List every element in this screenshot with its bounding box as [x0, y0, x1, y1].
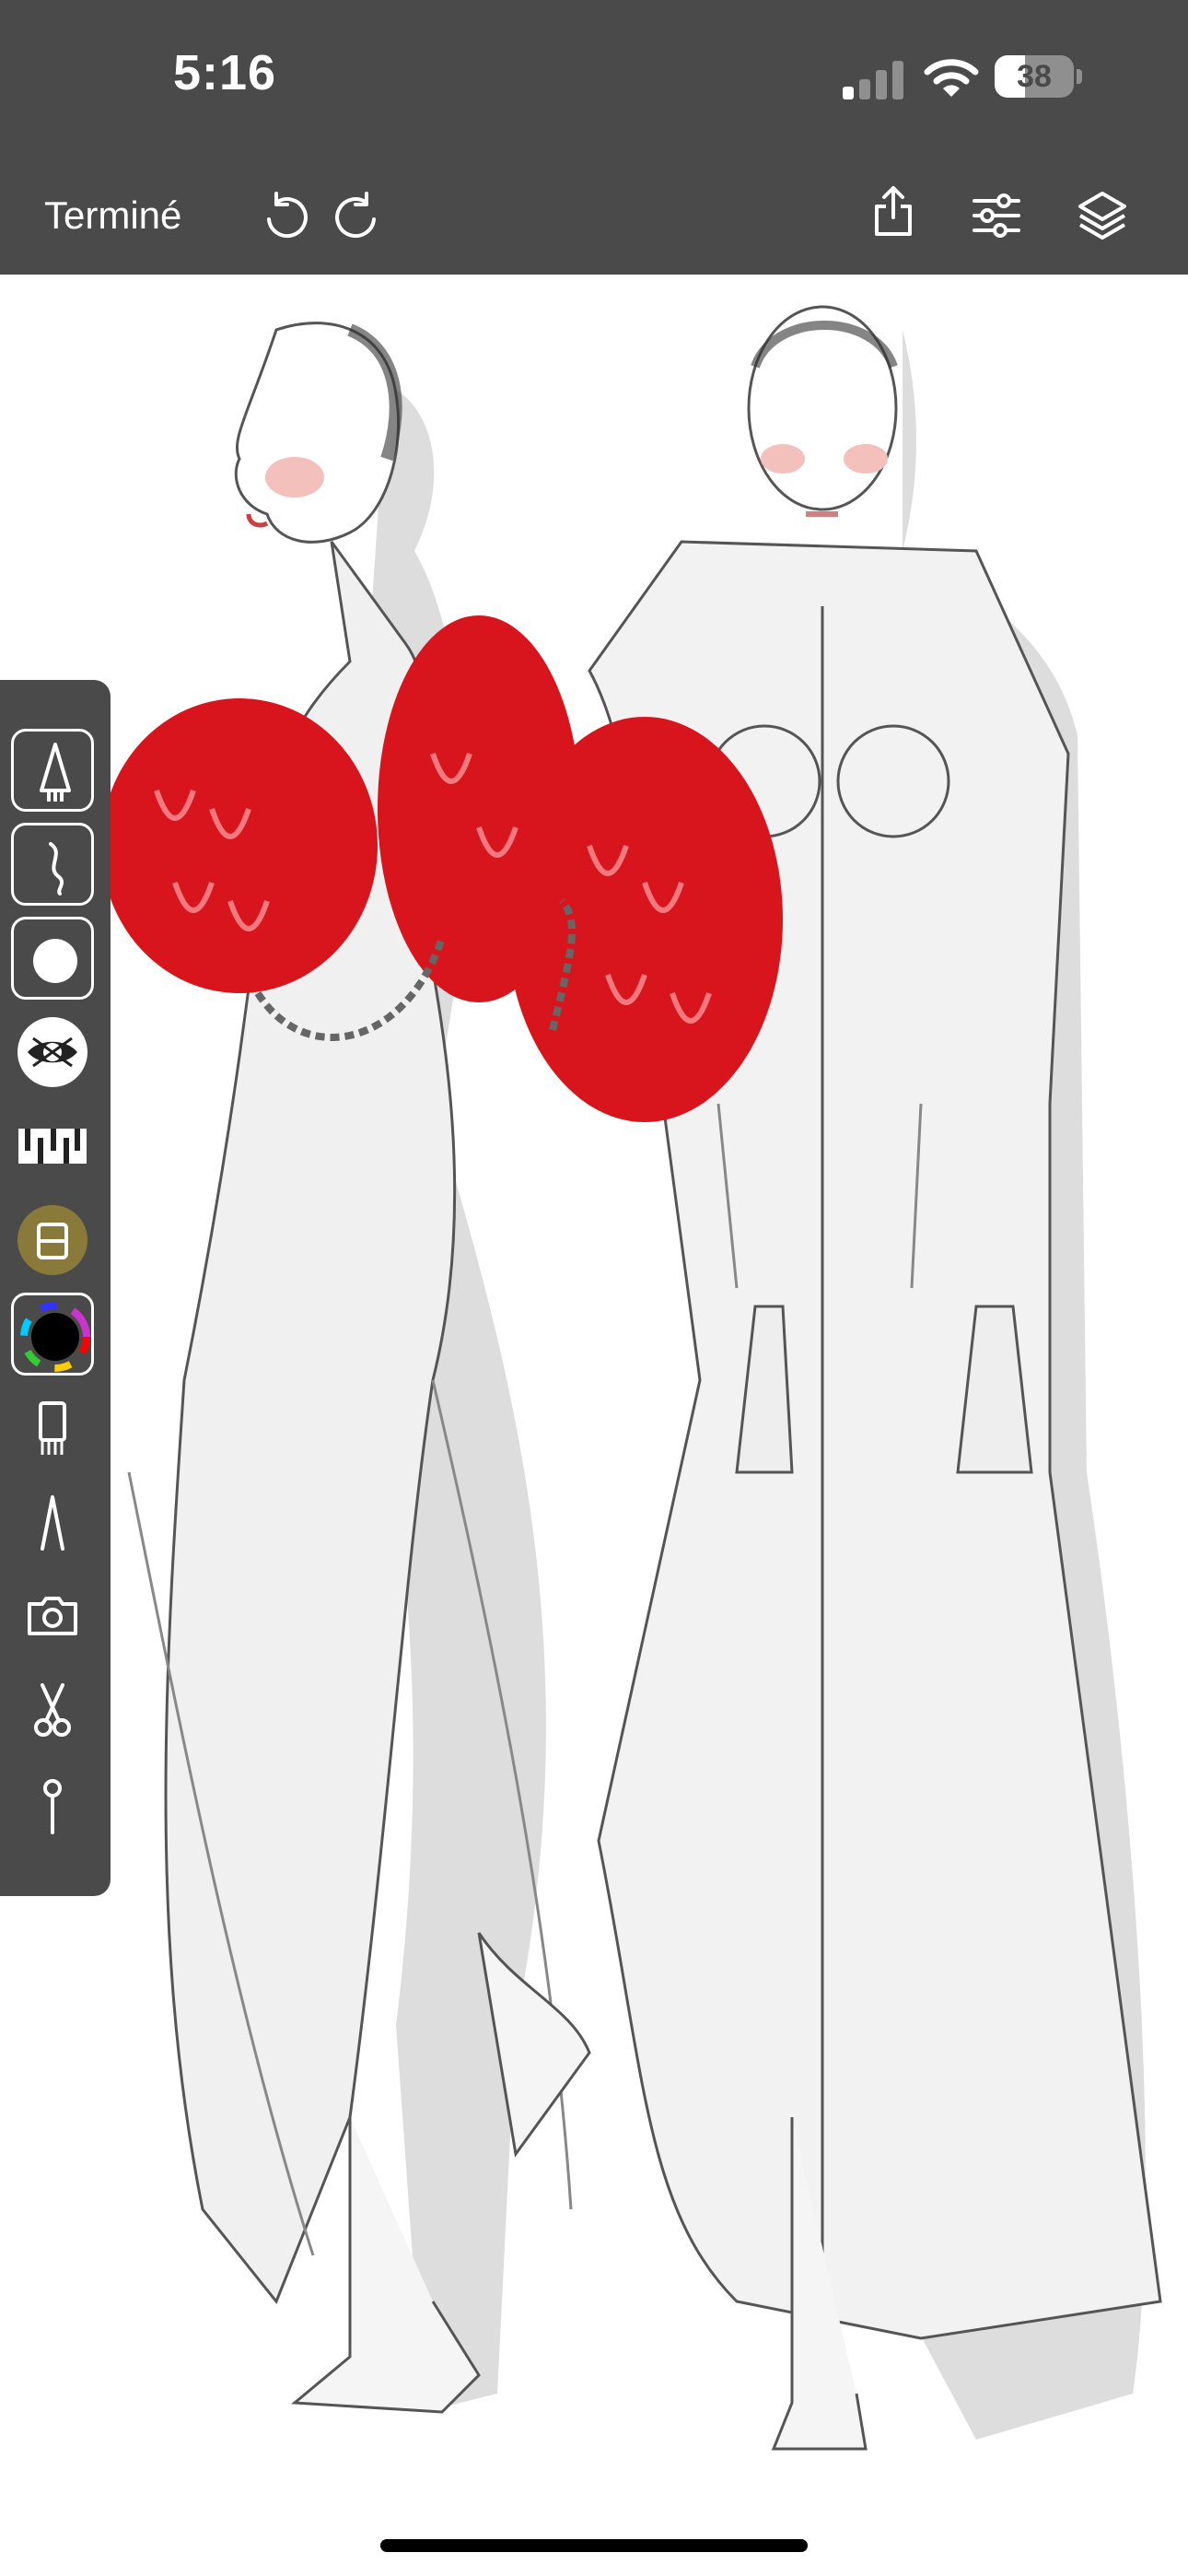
cellular-signal-icon — [843, 61, 903, 100]
app-toolbar: Terminé — [0, 147, 1188, 275]
home-indicator[interactable] — [380, 2539, 808, 2552]
wifi-icon — [924, 59, 979, 97]
pin-icon[interactable] — [11, 1762, 94, 1845]
right-figure-sketch — [588, 305, 1162, 2451]
redo-icon[interactable] — [330, 188, 385, 243]
tool-sidebar — [0, 680, 111, 1896]
battery-icon: 38 — [995, 55, 1083, 100]
camera-icon[interactable] — [11, 1575, 94, 1657]
adjustments-icon[interactable] — [969, 188, 1024, 243]
ruler-icon[interactable] — [11, 1387, 94, 1469]
color-wheel-icon[interactable] — [11, 1293, 94, 1376]
share-icon[interactable] — [866, 184, 921, 240]
shape-icon[interactable] — [11, 1481, 94, 1563]
status-time: 5:16 — [173, 45, 277, 100]
pattern-brush-icon[interactable] — [11, 1105, 94, 1188]
drawing-canvas[interactable] — [0, 275, 1188, 2576]
layers-icon[interactable] — [1075, 188, 1130, 243]
fill-brush-icon[interactable] — [11, 1199, 94, 1282]
undo-icon[interactable] — [258, 188, 313, 243]
pen-nib-icon[interactable] — [11, 729, 94, 812]
battery-level: 38 — [1017, 59, 1052, 94]
done-button[interactable]: Terminé — [44, 193, 181, 238]
texture-brush-icon[interactable] — [11, 1011, 94, 1094]
status-bar: 5:16 38 — [0, 0, 1188, 147]
stroke-icon[interactable] — [11, 823, 94, 906]
scissors-icon[interactable] — [11, 1669, 94, 1751]
brush-dot-icon[interactable] — [11, 917, 94, 1000]
